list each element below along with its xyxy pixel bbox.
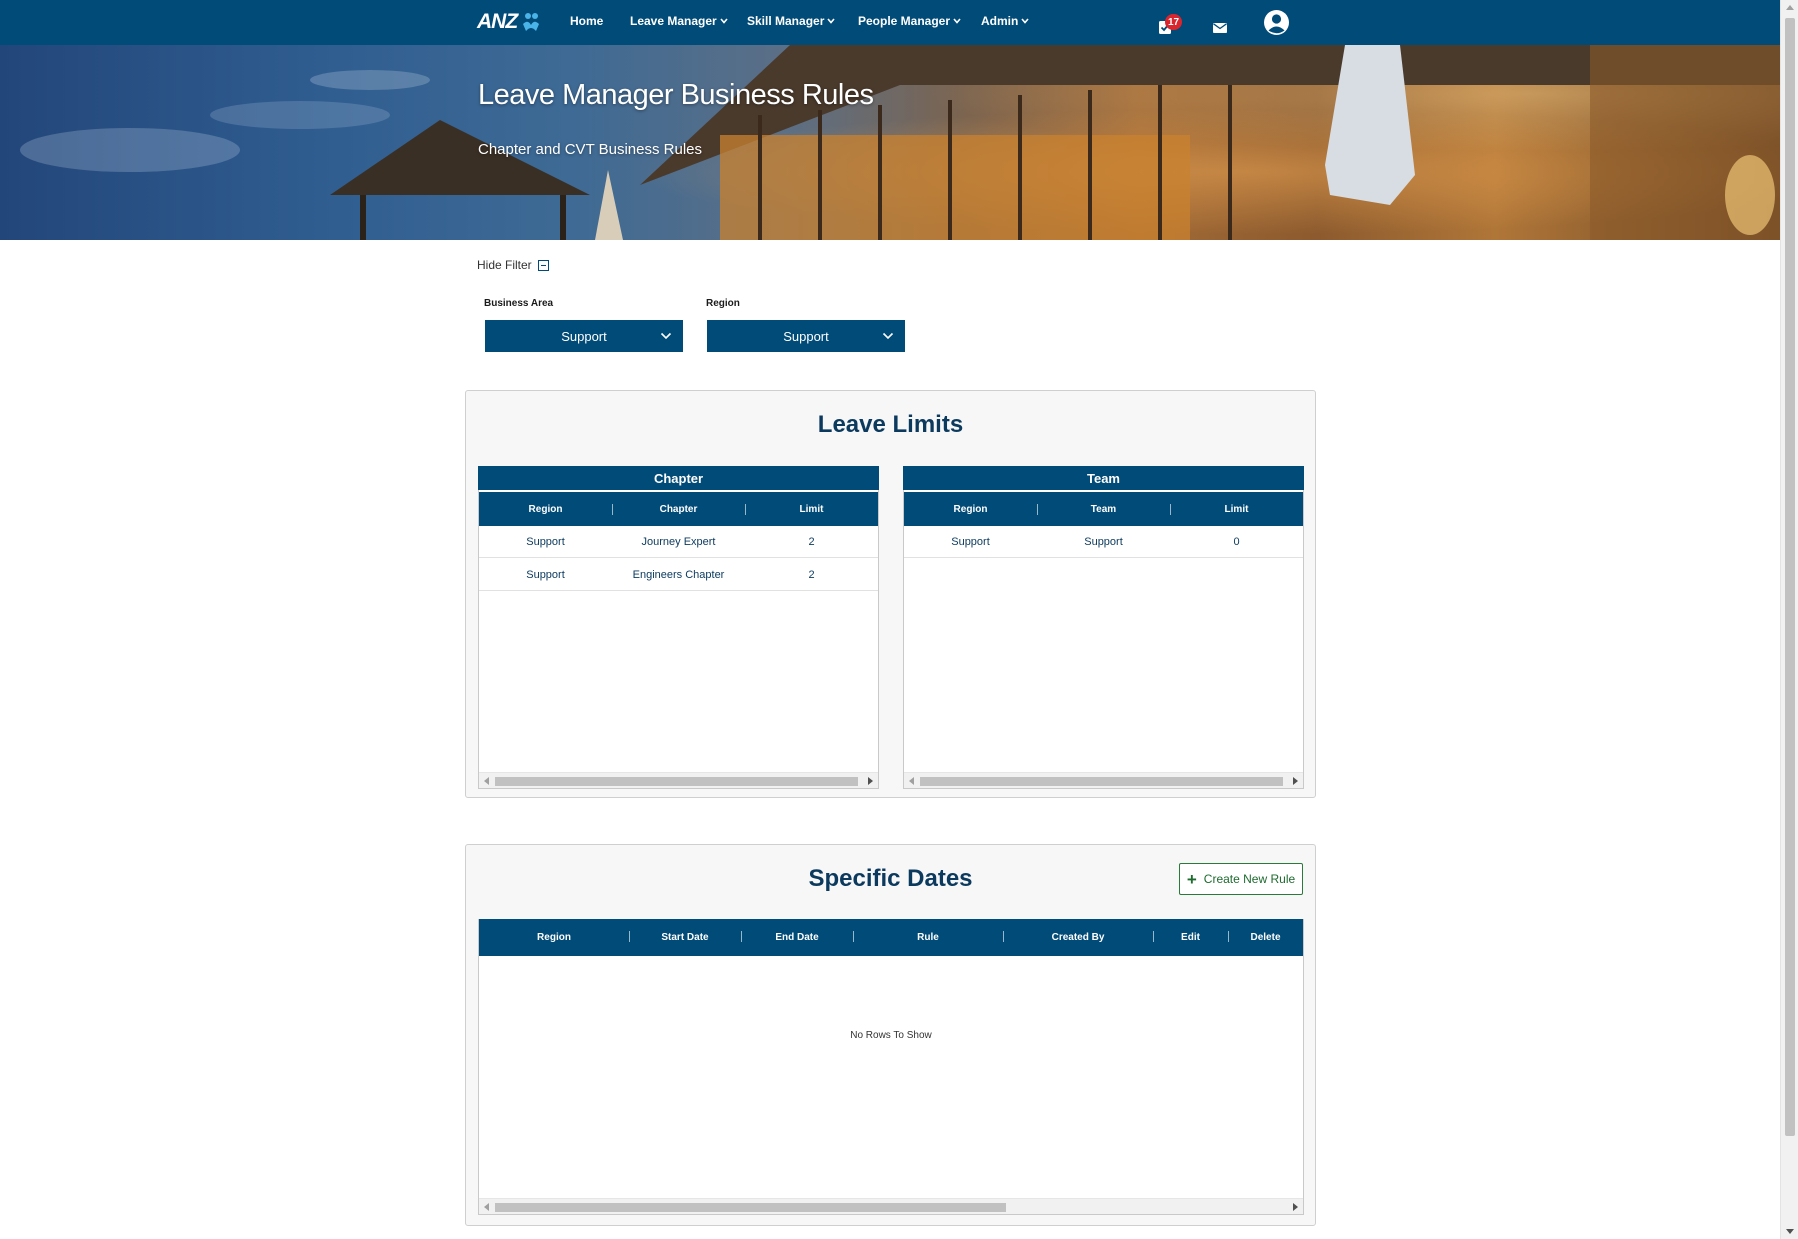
scroll-left-icon[interactable] (484, 1203, 489, 1211)
table-row[interactable]: Support Engineers Chapter 2 (479, 559, 878, 591)
chapter-grid-caption: Chapter (478, 466, 879, 490)
scroll-right-icon[interactable] (1293, 777, 1298, 785)
cell-chapter: Engineers Chapter (632, 568, 725, 581)
scrollbar-thumb[interactable] (495, 1203, 1006, 1212)
logo-text: ANZ (477, 10, 518, 33)
scroll-down-icon[interactable] (1786, 1229, 1794, 1234)
column-header-limit[interactable]: Limit (745, 492, 878, 526)
plus-icon: + (1186, 869, 1197, 889)
column-header-edit[interactable]: Edit (1153, 919, 1228, 956)
team-grid-caption: Team (903, 466, 1304, 490)
cell-limit: 0 (1233, 535, 1240, 548)
specific-dates-grid: Region Start Date End Date Rule Created … (478, 919, 1304, 1215)
scrollbar-thumb[interactable] (495, 777, 858, 786)
column-header-limit[interactable]: Limit (1170, 492, 1303, 526)
column-header-team[interactable]: Team (1037, 492, 1170, 526)
nav-leave-manager-label: Leave Manager (630, 14, 717, 28)
cell-region: Support (526, 568, 565, 581)
region-label: Region (706, 298, 740, 309)
create-new-rule-button[interactable]: + Create New Rule (1179, 863, 1303, 895)
page-scrollbar-thumb[interactable] (1785, 18, 1795, 1136)
cell-chapter: Journey Expert (641, 535, 716, 548)
anz-people-icon (523, 13, 540, 31)
horizontal-scrollbar[interactable] (479, 772, 878, 788)
page-title: Leave Manager Business Rules (478, 79, 874, 111)
scroll-left-icon[interactable] (909, 777, 914, 785)
cell-region: Support (951, 535, 990, 548)
column-header-start-date[interactable]: Start Date (629, 919, 741, 956)
horizontal-scrollbar[interactable] (479, 1198, 1303, 1214)
nav-leave-manager[interactable]: Leave Manager (630, 14, 728, 28)
region-value: Support (783, 328, 829, 344)
notification-badge: 17 (1165, 14, 1183, 30)
business-area-value: Support (561, 328, 607, 344)
hero-banner: Leave Manager Business Rules Chapter and… (0, 45, 1780, 240)
cell-region: Support (526, 535, 565, 548)
table-row[interactable]: Support Support 0 (904, 526, 1303, 558)
table-row[interactable]: Support Journey Expert 2 (479, 526, 878, 558)
top-navbar: ANZ Home Leave Manager Skill Manager Peo… (0, 0, 1780, 45)
cell-limit: 2 (808, 568, 815, 581)
scroll-right-icon[interactable] (868, 777, 873, 785)
chevron-down-icon (827, 18, 835, 24)
column-header-chapter[interactable]: Chapter (612, 492, 745, 526)
user-account-icon[interactable] (1263, 9, 1290, 36)
chevron-down-icon (882, 332, 894, 340)
hide-filter-toggle[interactable]: Hide Filter (477, 258, 549, 272)
page-vertical-scrollbar[interactable] (1780, 0, 1798, 1239)
nav-skill-manager[interactable]: Skill Manager (747, 14, 835, 28)
chapter-limits-grid: Chapter Region Chapter Limit Support Jou… (478, 466, 879, 789)
chevron-down-icon (1021, 18, 1029, 24)
column-header-region[interactable]: Region (904, 492, 1037, 526)
page-subtitle: Chapter and CVT Business Rules (478, 141, 703, 158)
specific-dates-card: Specific Dates Region Start Date End Dat… (465, 844, 1316, 1226)
business-area-select[interactable]: Support (485, 320, 683, 352)
nav-people-manager-label: People Manager (858, 14, 951, 28)
cell-team: Support (1084, 535, 1123, 548)
chevron-down-icon (720, 18, 728, 24)
collapse-icon (537, 259, 549, 271)
nav-home-label: Home (570, 14, 604, 28)
specific-dates-grid-header: Region Start Date End Date Rule Created … (479, 919, 1303, 956)
column-header-region[interactable]: Region (479, 919, 629, 956)
scroll-right-icon[interactable] (1293, 1203, 1298, 1211)
business-area-label: Business Area (484, 298, 554, 309)
team-grid-header: Region Team Limit (904, 492, 1303, 526)
column-header-rule[interactable]: Rule (853, 919, 1003, 956)
mail-icon[interactable] (1213, 23, 1227, 33)
cell-limit: 2 (808, 535, 815, 548)
column-header-created-by[interactable]: Created By (1003, 919, 1153, 956)
empty-grid-message: No Rows To Show (850, 1030, 932, 1041)
horizontal-scrollbar[interactable] (904, 772, 1303, 788)
chevron-down-icon (660, 332, 672, 340)
chapter-grid-header: Region Chapter Limit (479, 492, 878, 526)
nav-home[interactable]: Home (570, 14, 603, 28)
nav-people-manager[interactable]: People Manager (858, 14, 961, 28)
region-select[interactable]: Support (707, 320, 905, 352)
column-header-end-date[interactable]: End Date (741, 919, 853, 956)
hero-resort-image (20, 45, 1780, 240)
scroll-up-icon[interactable] (1786, 5, 1794, 10)
hide-filter-label: Hide Filter (477, 258, 532, 272)
nav-admin[interactable]: Admin (981, 14, 1029, 28)
leave-limits-card: Leave Limits Chapter Region Chapter Limi… (465, 390, 1316, 798)
scroll-left-icon[interactable] (484, 777, 489, 785)
chevron-down-icon (953, 18, 961, 24)
nav-skill-manager-label: Skill Manager (747, 14, 825, 28)
anz-logo[interactable]: ANZ (477, 9, 542, 35)
create-new-rule-label: Create New Rule (1203, 872, 1296, 886)
nav-admin-label: Admin (981, 14, 1019, 28)
scrollbar-thumb[interactable] (920, 777, 1283, 786)
column-header-delete[interactable]: Delete (1228, 919, 1303, 956)
column-header-region[interactable]: Region (479, 492, 612, 526)
team-limits-grid: Team Region Team Limit Support Support 0 (903, 466, 1304, 789)
leave-limits-title: Leave Limits (817, 411, 964, 438)
